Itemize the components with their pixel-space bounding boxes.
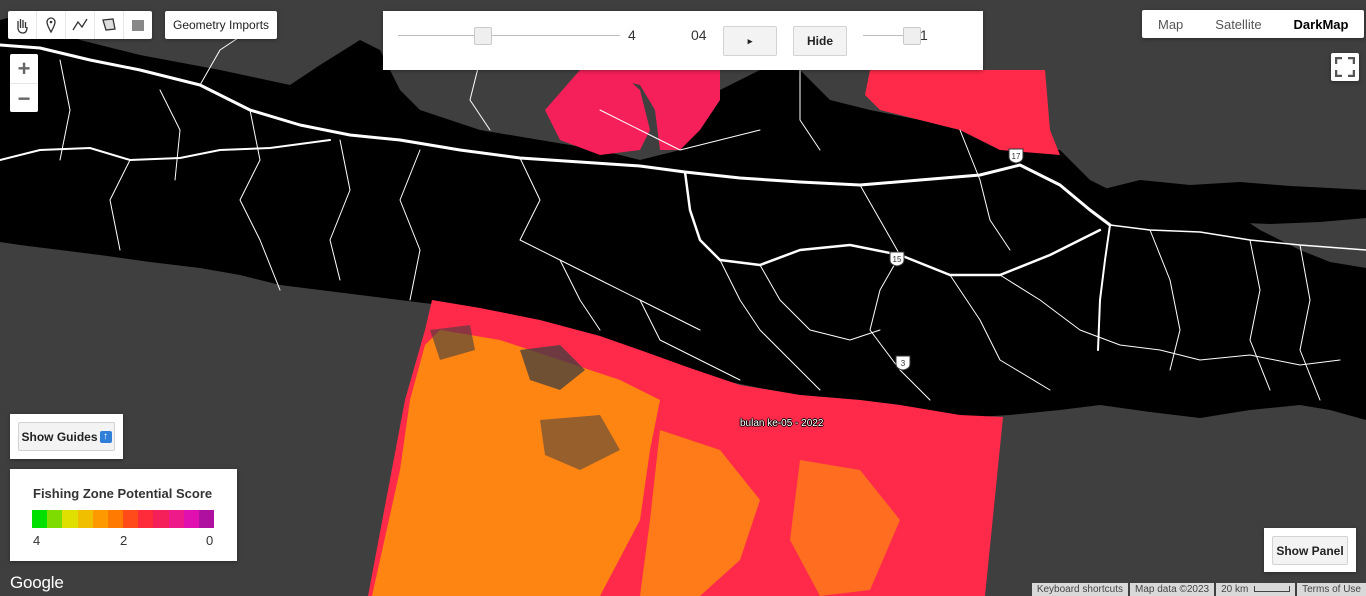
- month-slider-value: 4: [628, 27, 636, 43]
- fullscreen-icon: [1335, 57, 1355, 77]
- hide-button[interactable]: Hide: [793, 26, 847, 56]
- guides-panel: Show Guides ↑: [10, 414, 123, 459]
- legend-swatch: [138, 510, 154, 528]
- road-shield: 17: [1008, 148, 1024, 164]
- month-slider-track[interactable]: [398, 35, 620, 36]
- map-data-label: Map data ©2023: [1129, 583, 1215, 596]
- play-icon: ▸: [747, 35, 753, 46]
- month-slider-thumb[interactable]: [474, 27, 493, 45]
- hand-icon: [17, 19, 28, 34]
- geometry-imports-button[interactable]: Geometry Imports: [165, 11, 278, 39]
- play-button[interactable]: ▸: [723, 26, 777, 56]
- zoom-control: + −: [10, 54, 38, 112]
- show-panel-label: Show Panel: [1276, 543, 1344, 558]
- zoom-out-button[interactable]: −: [10, 84, 38, 113]
- road-shield: 15: [889, 251, 905, 267]
- map-type-satellite[interactable]: Satellite: [1199, 10, 1277, 38]
- legend-swatch: [123, 510, 139, 528]
- show-panel-button[interactable]: Show Panel: [1272, 536, 1348, 565]
- polygon-icon: [102, 18, 116, 31]
- legend-swatch: [198, 510, 215, 528]
- opacity-value: 1: [920, 27, 928, 43]
- legend-swatch: [92, 510, 108, 528]
- map-type-darkmap[interactable]: DarkMap: [1278, 10, 1365, 38]
- legend-swatch: [77, 510, 93, 528]
- rectangle-tool-button[interactable]: [124, 11, 152, 39]
- legend-color-bar: [32, 510, 215, 528]
- rectangle-icon: [132, 20, 144, 31]
- fullscreen-button[interactable]: [1331, 53, 1359, 81]
- road-shield: 3: [895, 355, 911, 371]
- map-period-label: bulan ke-05 - 2022: [740, 418, 824, 429]
- legend-mid-label: 2: [120, 533, 128, 548]
- hide-label: Hide: [806, 34, 833, 48]
- legend-title: Fishing Zone Potential Score: [33, 486, 213, 501]
- month-display: 04: [691, 27, 707, 43]
- legend-swatch: [47, 510, 63, 528]
- marker-tool-button[interactable]: [37, 11, 66, 39]
- legend-swatch: [168, 510, 184, 528]
- terms-link[interactable]: Terms of Use: [1297, 583, 1366, 596]
- legend-panel: Fishing Zone Potential Score 4 2 0: [10, 469, 237, 561]
- scale-bar[interactable]: 20 km: [1216, 583, 1296, 596]
- attribution-bar: Keyboard shortcuts Map data ©2023 20 km …: [1030, 583, 1366, 596]
- google-logo[interactable]: Google: [10, 573, 64, 593]
- road-shield-number: 17: [1012, 152, 1021, 161]
- legend-swatch: [183, 510, 199, 528]
- legend-swatch: [153, 510, 169, 528]
- polyline-tool-button[interactable]: [66, 11, 95, 39]
- map-type-map[interactable]: Map: [1142, 10, 1199, 38]
- legend-swatch: [62, 510, 78, 528]
- drawing-toolbar: [8, 11, 152, 39]
- legend-swatch: [107, 510, 124, 528]
- scale-label: 20 km: [1221, 584, 1249, 595]
- legend-max-label: 0: [206, 533, 214, 548]
- show-guides-label: Show Guides: [21, 429, 98, 444]
- opacity-slider-thumb[interactable]: [903, 27, 921, 45]
- legend-min-label: 4: [33, 533, 41, 548]
- show-panel-container: Show Panel: [1264, 528, 1356, 572]
- scale-line: [1254, 586, 1291, 592]
- keyboard-shortcuts-link[interactable]: Keyboard shortcuts: [1031, 583, 1128, 596]
- hand-tool-button[interactable]: [8, 11, 37, 39]
- legend-swatch: [32, 510, 48, 528]
- show-guides-button[interactable]: Show Guides ↑: [18, 422, 115, 451]
- road-shield-number: 3: [901, 359, 906, 368]
- geometry-imports-label: Geometry Imports: [173, 18, 270, 32]
- control-panel: 4 04 ▸ Hide 1: [383, 11, 983, 70]
- map-type-control: Map Satellite DarkMap: [1142, 10, 1365, 38]
- marker-icon: [46, 17, 56, 34]
- polyline-icon: [72, 18, 88, 31]
- zoom-in-button[interactable]: +: [10, 54, 38, 84]
- polygon-tool-button[interactable]: [95, 11, 124, 39]
- road-shield-number: 15: [893, 255, 902, 264]
- arrow-up-icon: ↑: [99, 430, 112, 443]
